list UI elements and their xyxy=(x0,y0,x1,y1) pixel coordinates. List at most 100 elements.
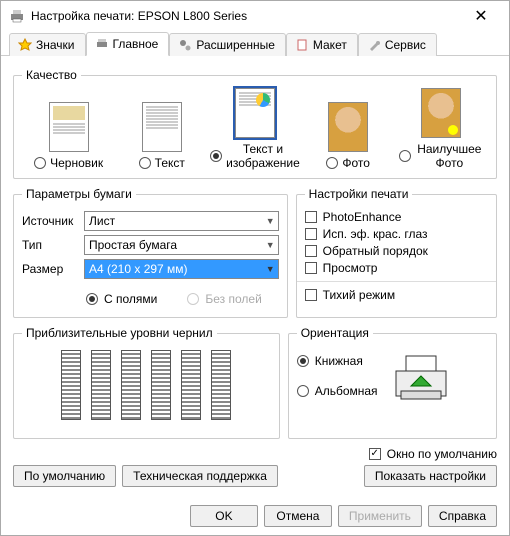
quality-option-photo[interactable]: Фото xyxy=(306,102,390,170)
orientation-legend: Ориентация xyxy=(297,326,373,340)
radio-label: Без полей xyxy=(205,292,261,306)
source-label: Источник xyxy=(22,214,78,228)
checkbox-preview[interactable] xyxy=(305,262,317,274)
tab-layout[interactable]: Макет xyxy=(286,33,358,56)
quality-label: Фото xyxy=(342,156,370,170)
quality-option-text[interactable]: Текст xyxy=(120,102,204,170)
opt-quiet[interactable]: Тихий режим xyxy=(305,288,488,302)
checkbox-redeye[interactable] xyxy=(305,228,317,240)
radio-text-image[interactable] xyxy=(210,150,222,162)
radio-text[interactable] xyxy=(139,157,151,169)
chevron-down-icon: ▼ xyxy=(266,240,275,250)
print-options-group: Настройки печати PhotoEnhance Исп. эф. к… xyxy=(296,187,497,318)
window-title: Настройка печати: EPSON L800 Series xyxy=(31,9,461,23)
print-settings-dialog: Настройка печати: EPSON L800 Series ✕ Зн… xyxy=(0,0,510,536)
orientation-portrait[interactable]: Книжная xyxy=(297,354,378,368)
opt-photoenhance[interactable]: PhotoEnhance xyxy=(305,210,488,224)
checkbox-label: PhotoEnhance xyxy=(323,210,402,224)
thumb-best-photo xyxy=(421,88,461,138)
quality-option-text-image[interactable]: Текст и изображение xyxy=(213,88,297,170)
orientation-group: Ориентация Книжная Альбомная xyxy=(288,326,497,439)
type-select[interactable]: Простая бумага ▼ xyxy=(84,235,279,255)
tab-advanced[interactable]: Расширенные xyxy=(169,33,286,56)
printer-icon xyxy=(9,8,25,24)
radio-landscape[interactable] xyxy=(297,385,309,397)
tab-icons[interactable]: Значки xyxy=(9,33,86,56)
star-icon xyxy=(18,38,32,52)
tab-label: Сервис xyxy=(385,38,426,52)
help-button[interactable]: Справка xyxy=(428,505,497,527)
checkbox-label: Исп. эф. крас. глаз xyxy=(323,227,428,241)
defaults-button[interactable]: По умолчанию xyxy=(13,465,116,487)
close-button[interactable]: ✕ xyxy=(461,6,501,26)
ink-bar xyxy=(181,350,201,420)
dialog-footer: OK Отмена Применить Справка xyxy=(1,505,509,527)
radio-draft[interactable] xyxy=(34,157,46,169)
opt-reverse[interactable]: Обратный порядок xyxy=(305,244,488,258)
ink-bar xyxy=(121,350,141,420)
quality-legend: Качество xyxy=(22,68,81,82)
checkbox-quiet[interactable] xyxy=(305,289,317,301)
checkbox-photoenhance[interactable] xyxy=(305,211,317,223)
gears-icon xyxy=(178,38,192,52)
ink-levels-group: Приблизительные уровни чернил xyxy=(13,326,280,439)
thumb-draft xyxy=(49,102,89,152)
quality-label: Наилучшее Фото xyxy=(415,142,483,170)
quality-label: Черновик xyxy=(50,156,103,170)
separator xyxy=(297,281,496,282)
tab-label: Главное xyxy=(113,37,159,51)
titlebar: Настройка печати: EPSON L800 Series ✕ xyxy=(1,1,509,31)
radio-with-margins[interactable] xyxy=(86,293,98,305)
select-value: Лист xyxy=(89,214,115,228)
orientation-landscape[interactable]: Альбомная xyxy=(297,384,378,398)
source-select[interactable]: Лист ▼ xyxy=(84,211,279,231)
page-icon xyxy=(295,38,309,52)
checkbox-default-window[interactable] xyxy=(369,448,381,460)
cancel-button[interactable]: Отмена xyxy=(264,505,332,527)
thumb-text-image xyxy=(235,88,275,138)
quality-group: Качество Черновик Текст Текст и изображе… xyxy=(13,68,497,179)
ink-bar xyxy=(91,350,111,420)
margins-with[interactable]: С полями xyxy=(86,292,157,306)
tab-service[interactable]: Сервис xyxy=(358,33,437,56)
default-window-label: Окно по умолчанию xyxy=(387,447,497,461)
ink-bar xyxy=(211,350,231,420)
radio-label: Книжная xyxy=(315,354,363,368)
size-select[interactable]: A4 (210 x 297 мм)▼ xyxy=(84,259,279,279)
print-options-legend: Настройки печати xyxy=(305,187,413,201)
quality-option-draft[interactable]: Черновик xyxy=(27,102,111,170)
apply-button[interactable]: Применить xyxy=(338,505,422,527)
quality-option-best-photo[interactable]: Наилучшее Фото xyxy=(399,88,483,170)
show-settings-button[interactable]: Показать настройки xyxy=(364,465,497,487)
printer-illustration xyxy=(386,346,456,406)
tab-label: Значки xyxy=(36,38,75,52)
quality-label: Текст и изображение xyxy=(226,142,300,170)
chevron-down-icon: ▼ xyxy=(266,216,275,226)
radio-borderless xyxy=(187,293,199,305)
checkbox-label: Обратный порядок xyxy=(323,244,428,258)
ink-legend: Приблизительные уровни чернил xyxy=(22,326,217,340)
tab-label: Макет xyxy=(313,38,347,52)
radio-portrait[interactable] xyxy=(297,355,309,367)
tab-strip: Значки Главное Расширенные Макет Сервис xyxy=(1,31,509,56)
checkbox-reverse[interactable] xyxy=(305,245,317,257)
tab-main[interactable]: Главное xyxy=(86,32,170,56)
thumb-text xyxy=(142,102,182,152)
select-value: Простая бумага xyxy=(89,238,177,252)
type-label: Тип xyxy=(22,238,78,252)
opt-redeye[interactable]: Исп. эф. крас. глаз xyxy=(305,227,488,241)
size-label: Размер xyxy=(22,262,78,276)
radio-photo[interactable] xyxy=(326,157,338,169)
opt-preview[interactable]: Просмотр xyxy=(305,261,488,275)
main-panel: Качество Черновик Текст Текст и изображе… xyxy=(1,56,509,495)
checkbox-label: Тихий режим xyxy=(323,288,395,302)
wrench-icon xyxy=(367,38,381,52)
ok-button[interactable]: OK xyxy=(190,505,258,527)
radio-label: Альбомная xyxy=(315,384,378,398)
radio-best-photo[interactable] xyxy=(399,150,411,162)
support-button[interactable]: Техническая поддержка xyxy=(122,465,278,487)
printer-icon xyxy=(95,37,109,51)
paper-legend: Параметры бумаги xyxy=(22,187,136,201)
chevron-down-icon: ▼ xyxy=(266,264,275,274)
quality-label: Текст xyxy=(155,156,185,170)
